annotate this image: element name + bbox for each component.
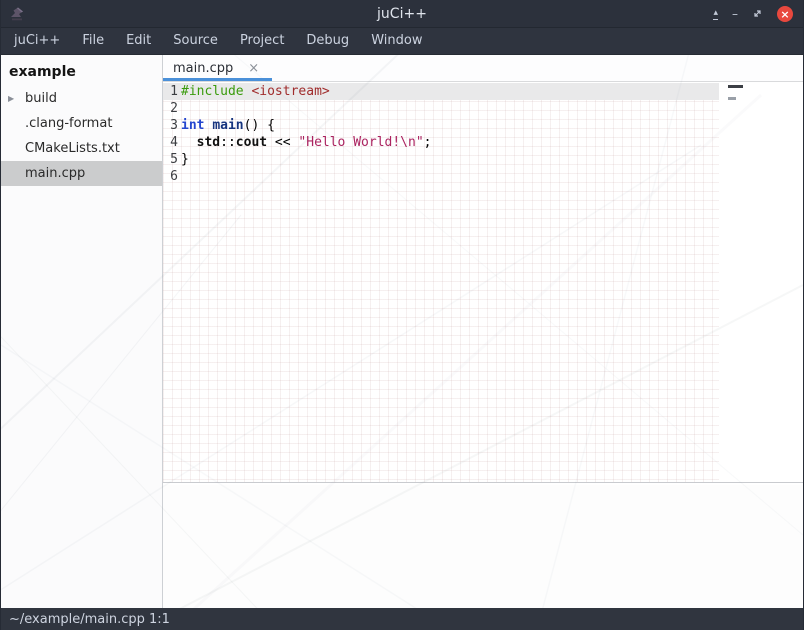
- code-line-5[interactable]: 5}: [163, 151, 719, 168]
- line-text: }: [178, 151, 189, 168]
- line-number: 5: [163, 151, 178, 168]
- tree-item-build[interactable]: ▶ build: [1, 86, 162, 111]
- menu-item-juci[interactable]: juCi++: [3, 28, 71, 54]
- tree-item-clang-format[interactable]: .clang-format: [1, 111, 162, 136]
- tree-item-label: CMakeLists.txt: [25, 141, 120, 156]
- menu-item-project[interactable]: Project: [229, 28, 295, 54]
- tab-label: main.cpp: [173, 61, 233, 76]
- app-icon: [8, 5, 26, 23]
- line-text: int main() {: [178, 117, 275, 134]
- line-number: 2: [163, 100, 178, 117]
- tab-close-icon[interactable]: ×: [248, 61, 259, 76]
- status-text: ~/example/main.cpp 1:1: [9, 612, 170, 627]
- restore-icon[interactable]: [752, 8, 763, 21]
- tab-main-cpp[interactable]: main.cpp ×: [163, 55, 272, 81]
- output-panel: [163, 485, 803, 608]
- line-number: 6: [163, 168, 178, 185]
- window-controls: ▴ – ×: [713, 0, 793, 28]
- tree-item-label: build: [25, 91, 57, 106]
- keep-above-icon[interactable]: ▴: [713, 9, 718, 20]
- file-tree-panel: example ▶ build .clang-format CMakeLists.tx…: [1, 55, 163, 608]
- line-text: #include <iostream>: [178, 83, 330, 100]
- project-root[interactable]: example: [1, 59, 162, 86]
- minimap-mark: [728, 85, 743, 88]
- tree-item-label: .clang-format: [25, 116, 112, 131]
- menu-item-source[interactable]: Source: [162, 28, 229, 54]
- close-button[interactable]: ×: [777, 6, 793, 22]
- code-line-3[interactable]: 3int main() {: [163, 117, 719, 134]
- line-text: [178, 100, 181, 117]
- expander-icon[interactable]: ▶: [8, 86, 14, 111]
- line-number: 3: [163, 117, 178, 134]
- code-line-1[interactable]: 1#include <iostream>: [163, 83, 719, 100]
- code-area[interactable]: 1#include <iostream>23int main() {4 std:…: [163, 83, 719, 482]
- line-number: 1: [163, 83, 178, 100]
- menu-item-file[interactable]: File: [71, 28, 115, 54]
- tree-item-main-cpp[interactable]: main.cpp: [1, 161, 162, 186]
- code-editor[interactable]: 1#include <iostream>23int main() {4 std:…: [163, 82, 803, 482]
- code-line-6[interactable]: 6: [163, 168, 719, 185]
- titlebar[interactable]: juCi++ ▴ – ×: [1, 0, 803, 28]
- line-text: [178, 168, 181, 185]
- menu-item-debug[interactable]: Debug: [295, 28, 360, 54]
- window-title: juCi++: [377, 6, 427, 22]
- editor-panel: main.cpp × 1#include <iostream>23int mai…: [163, 55, 803, 608]
- minimize-icon[interactable]: –: [732, 8, 738, 20]
- line-number: 4: [163, 134, 178, 151]
- minimap-mark: [728, 97, 736, 100]
- content-area: example ▶ build .clang-format CMakeLists.tx…: [1, 55, 803, 608]
- app-window: juCi++ ▴ – × juCi++FileEditSourceProject…: [0, 0, 804, 630]
- menubar: juCi++FileEditSourceProjectDebugWindow: [1, 28, 803, 55]
- tree-item-cmakelists-txt[interactable]: CMakeLists.txt: [1, 136, 162, 161]
- line-text: std::cout << "Hello World!\n";: [178, 134, 431, 151]
- code-line-2[interactable]: 2: [163, 100, 719, 117]
- status-bar: ~/example/main.cpp 1:1: [1, 608, 803, 630]
- file-tree: ▶ build .clang-format CMakeLists.txt main.cp…: [1, 86, 162, 186]
- menu-item-window[interactable]: Window: [360, 28, 433, 54]
- menu-item-edit[interactable]: Edit: [115, 28, 162, 54]
- tree-item-label: main.cpp: [25, 166, 85, 181]
- tab-bar: main.cpp ×: [163, 55, 803, 82]
- code-line-4[interactable]: 4 std::cout << "Hello World!\n";: [163, 134, 719, 151]
